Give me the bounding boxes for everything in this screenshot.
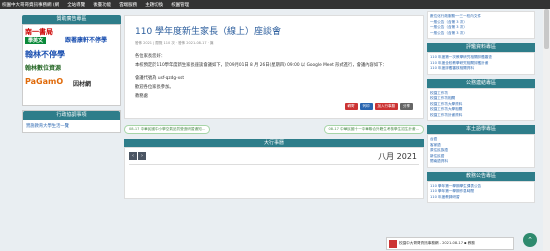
topbar-campus-management[interactable]: 校園管理 xyxy=(169,2,195,8)
topbar-site-map[interactable]: 全站導覽 xyxy=(65,2,91,8)
ad-line-5: 翰林數位資源 xyxy=(25,65,62,72)
section-evaluation-list: 110 年度第一次教學研究相關評鑑審查 110 年度全校教學研究相關評鑑計畫 1… xyxy=(427,52,535,75)
section-links-header: 公務連結專區 xyxy=(427,78,535,88)
calendar-prev-button[interactable]: ‹ xyxy=(129,152,137,160)
ad-line-1: 南一書局 xyxy=(25,28,53,36)
evaluation-item[interactable]: 110 年度評鑑審核相關資料 xyxy=(430,66,532,72)
vertical-scrollbar[interactable] xyxy=(543,9,550,251)
topbar-site-title[interactable]: 校園中大哥哥資訊事務網 (網 xyxy=(0,2,65,8)
next-article-link[interactable]: 08-17 中華民國十一中華聯合外籍生考核學生招生計畫... xyxy=(323,125,424,134)
right-top-list: 數位化行政服務──三一校內文件 一般公告（含第 3 次） 一般公告（含第 3 次… xyxy=(427,11,535,39)
section-links-list: 校園工作坊 校園工作坊相關 校園工作坊大學資料 校園工作坊大學相關 校園工作坊計… xyxy=(427,87,535,121)
section-evaluation-header: 評鑑資料專區 xyxy=(427,43,535,52)
chevron-up-icon: ⌃ xyxy=(527,236,533,244)
page-body: 贊助廣告專區 南一書局 學英文 跟著康軒不停學 翰林不停學 翰林數位資源 PaG… xyxy=(0,9,550,251)
topbar-cloud-services[interactable]: 雲端服務 xyxy=(117,2,143,8)
left-sidebar: 贊助廣告專區 南一書局 學英文 跟著康軒不停學 翰林不停學 翰林數位資源 PaG… xyxy=(22,15,121,133)
ad-line-6: PaGamO xyxy=(25,77,64,86)
article-paragraph-4: 歡迎各位家長參加。 xyxy=(135,85,174,90)
article-paragraph-5: 教務處 xyxy=(135,94,148,99)
right-sidebar: 數位化行政服務──三一校內文件 一般公告（含第 3 次） 一般公告（含第 3 次… xyxy=(427,9,535,203)
academic-item[interactable]: 110 年度教師研習 xyxy=(430,195,532,201)
calendar-nav-buttons: ‹ › xyxy=(129,152,146,160)
topbar-admin-functions[interactable]: 後臺功能 xyxy=(91,2,117,8)
share-button[interactable]: 分享 xyxy=(400,103,413,110)
toast-thumbnail xyxy=(389,239,397,248)
links-item[interactable]: 校園工作坊計畫資料 xyxy=(430,113,532,119)
ad-panel-header: 贊助廣告專區 xyxy=(22,15,121,24)
article-navigation: 08-17 中華民國中小學空氣品質營造研習通知... 08-17 中華民國十一中… xyxy=(124,125,424,134)
calendar-next-button[interactable]: › xyxy=(138,152,146,160)
admin-panel: 行政協調事項 實施教育大學生活一覽 xyxy=(22,110,121,133)
sponsor-ad-banner[interactable]: 南一書局 學英文 跟著康軒不停學 翰林不停學 翰林數位資源 PaGamO 因材網 xyxy=(22,24,121,106)
calendar-month-title: 八月 2021 xyxy=(378,152,417,161)
article-paragraph-1: 各位家長您好： xyxy=(135,54,166,59)
section-academic-header: 教務公告專區 xyxy=(427,171,535,181)
section-language-header: 本土語學專區 xyxy=(427,125,535,134)
scrollbar-thumb[interactable] xyxy=(544,9,549,49)
calendar-widget: ‹ › 八月 2021 xyxy=(124,147,424,199)
topbar-theme-switch[interactable]: 主題切換 xyxy=(143,2,169,8)
right-top-item[interactable]: 一般公告（含第 3 次） xyxy=(430,31,532,37)
print-button[interactable]: 列印 xyxy=(359,103,373,110)
notification-toast[interactable]: 校園中大哥哥資訊事務網 - 2021-08-17 ▪ 教務 xyxy=(386,237,514,250)
main-content: 110 學年度新生家長（線上）座談會 發佈 2021 | 閱覽 110 次 ‧ … xyxy=(124,15,424,199)
ad-line-7: 因材網 xyxy=(73,81,92,88)
forward-button[interactable]: 轉寄 xyxy=(344,103,358,110)
calendar-grid xyxy=(129,164,419,195)
ad-line-4: 翰林不停學 xyxy=(25,50,65,59)
ad-line-2: 學英文 xyxy=(25,37,47,44)
section-language-list: 台語 客家語 原住民族語 新住民語 閩南語資料 xyxy=(427,134,535,168)
section-academic-list: 110 學年第一學期學生課表公告 110 學年第一學期作息時間 110 年度教師… xyxy=(427,180,535,203)
language-item[interactable]: 閩南語資料 xyxy=(430,159,532,165)
admin-panel-header: 行政協調事項 xyxy=(23,111,120,120)
calendar-header: 大行事曆 xyxy=(124,139,424,147)
prev-article-link[interactable]: 08-17 中華民國中小學空氣品質營造研習通知... xyxy=(124,125,211,134)
article-title: 110 學年度新生家長（線上）座談會 xyxy=(135,27,282,37)
ad-line-3: 跟著康軒不停學 xyxy=(65,37,108,44)
article-action-buttons: 轉寄 列印 加入行事曆 分享 xyxy=(135,103,413,110)
top-navigation-bar: 校園中大哥哥資訊事務網 (網 全站導覽 後臺功能 雲端服務 主題切換 校園管理 xyxy=(0,0,550,9)
add-calendar-button[interactable]: 加入行事曆 xyxy=(374,103,398,110)
article-paragraph-2: 本校預定於110學年度新生家長座談會議如下，於09月01日 8 月 26日(星期… xyxy=(135,63,387,68)
back-to-top-button[interactable]: ⌃ xyxy=(523,233,537,247)
article-paragraph-3: 會議代號為 usf-qzdg-xst xyxy=(135,76,185,81)
admin-link[interactable]: 實施教育大學生活一覽 xyxy=(23,120,120,132)
article-card: 110 學年度新生家長（線上）座談會 發佈 2021 | 閱覽 110 次 ‧ … xyxy=(124,15,424,119)
toast-text: 校園中大哥哥資訊事務網 - 2021-08-17 ▪ 教務 xyxy=(399,241,475,245)
